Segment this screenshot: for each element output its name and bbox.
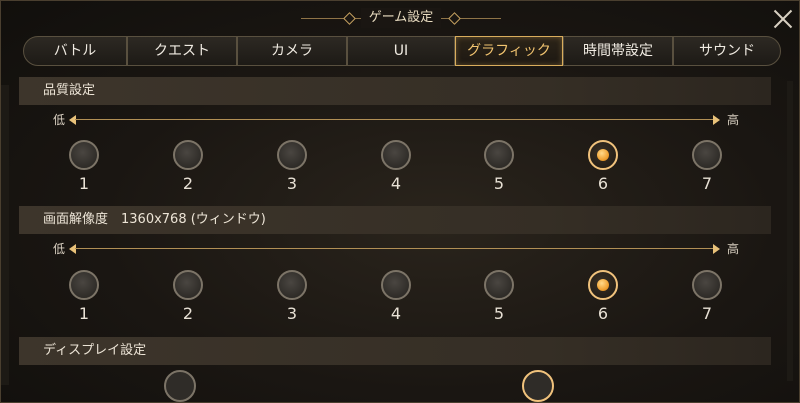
- close-icon[interactable]: [771, 7, 795, 31]
- title-bar: ゲーム設定: [1, 7, 800, 29]
- resolution-radio[interactable]: [173, 270, 203, 300]
- display-section-header: ディスプレイ設定: [19, 337, 771, 365]
- tab-quest[interactable]: クエスト: [127, 36, 237, 66]
- tab-sound[interactable]: サウンド: [673, 36, 781, 66]
- quality-radio[interactable]: [692, 140, 722, 170]
- quality-option-label: 2: [182, 174, 194, 193]
- tab-time-of-day[interactable]: 時間帯設定: [563, 36, 673, 66]
- quality-option-3[interactable]: 3: [276, 140, 312, 198]
- quality-option-6[interactable]: 6: [587, 140, 623, 198]
- quality-radio[interactable]: [173, 140, 203, 170]
- quality-radio[interactable]: [381, 140, 411, 170]
- title-ornament-left: [343, 12, 356, 25]
- quality-section-header: 品質設定: [19, 77, 771, 105]
- display-option-radio-selected[interactable]: [522, 370, 554, 402]
- quality-option-label: 7: [701, 174, 713, 193]
- resolution-option-2[interactable]: 2: [172, 270, 208, 328]
- resolution-option-7[interactable]: 7: [691, 270, 727, 328]
- resolution-low-label: 低: [53, 242, 66, 256]
- resolution-option-label: 3: [286, 304, 298, 323]
- resolution-option-label: 7: [701, 304, 713, 323]
- resolution-option-3[interactable]: 3: [276, 270, 312, 328]
- resolution-radio[interactable]: [484, 270, 514, 300]
- resolution-radio[interactable]: [381, 270, 411, 300]
- quality-option-2[interactable]: 2: [172, 140, 208, 198]
- quality-scale: 低 高: [1, 110, 800, 130]
- title-ornament-right: [448, 12, 461, 25]
- resolution-option-5[interactable]: 5: [483, 270, 519, 328]
- settings-window: ゲーム設定 バトル クエスト カメラ UI グラフィック 時間帯設定 サウンド …: [0, 0, 800, 403]
- tab-bar: バトル クエスト カメラ UI グラフィック 時間帯設定 サウンド: [23, 36, 781, 68]
- tab-ui[interactable]: UI: [347, 36, 455, 66]
- quality-option-label: 3: [286, 174, 298, 193]
- resolution-option-label: 2: [182, 304, 194, 323]
- quality-radio[interactable]: [69, 140, 99, 170]
- resolution-option-label: 4: [390, 304, 402, 323]
- resolution-option-6[interactable]: 6: [587, 270, 623, 328]
- display-option-radio[interactable]: [164, 370, 196, 402]
- quality-option-label: 4: [390, 174, 402, 193]
- quality-radio[interactable]: [588, 140, 618, 170]
- tab-graphics[interactable]: グラフィック: [455, 36, 563, 66]
- quality-radio[interactable]: [484, 140, 514, 170]
- resolution-scale-line: [75, 248, 717, 249]
- resolution-radio[interactable]: [692, 270, 722, 300]
- resolution-scale: 低 高: [1, 239, 800, 259]
- quality-low-label: 低: [53, 113, 66, 127]
- resolution-radio[interactable]: [69, 270, 99, 300]
- quality-option-7[interactable]: 7: [691, 140, 727, 198]
- quality-option-5[interactable]: 5: [483, 140, 519, 198]
- left-edge-panel: [1, 85, 9, 385]
- window-title: ゲーム設定: [361, 8, 441, 28]
- resolution-option-1[interactable]: 1: [68, 270, 104, 328]
- resolution-radio[interactable]: [277, 270, 307, 300]
- resolution-option-label: 6: [597, 304, 609, 323]
- quality-option-label: 5: [493, 174, 505, 193]
- quality-radio[interactable]: [277, 140, 307, 170]
- resolution-radio[interactable]: [588, 270, 618, 300]
- tab-camera[interactable]: カメラ: [237, 36, 347, 66]
- quality-option-4[interactable]: 4: [380, 140, 416, 198]
- resolution-option-label: 5: [493, 304, 505, 323]
- resolution-option-4[interactable]: 4: [380, 270, 416, 328]
- quality-high-label: 高: [727, 113, 740, 127]
- quality-option-label: 6: [597, 174, 609, 193]
- arrow-left-icon: [69, 115, 76, 125]
- resolution-section-header: 画面解像度 1360x768 (ウィンドウ): [19, 206, 771, 234]
- quality-scale-line: [75, 119, 717, 120]
- quality-option-label: 1: [78, 174, 90, 193]
- tab-battle[interactable]: バトル: [23, 36, 127, 66]
- quality-option-1[interactable]: 1: [68, 140, 104, 198]
- arrow-left-icon: [69, 244, 76, 254]
- resolution-option-label: 1: [78, 304, 90, 323]
- arrow-right-icon: [713, 244, 720, 254]
- arrow-right-icon: [713, 115, 720, 125]
- resolution-high-label: 高: [727, 242, 740, 256]
